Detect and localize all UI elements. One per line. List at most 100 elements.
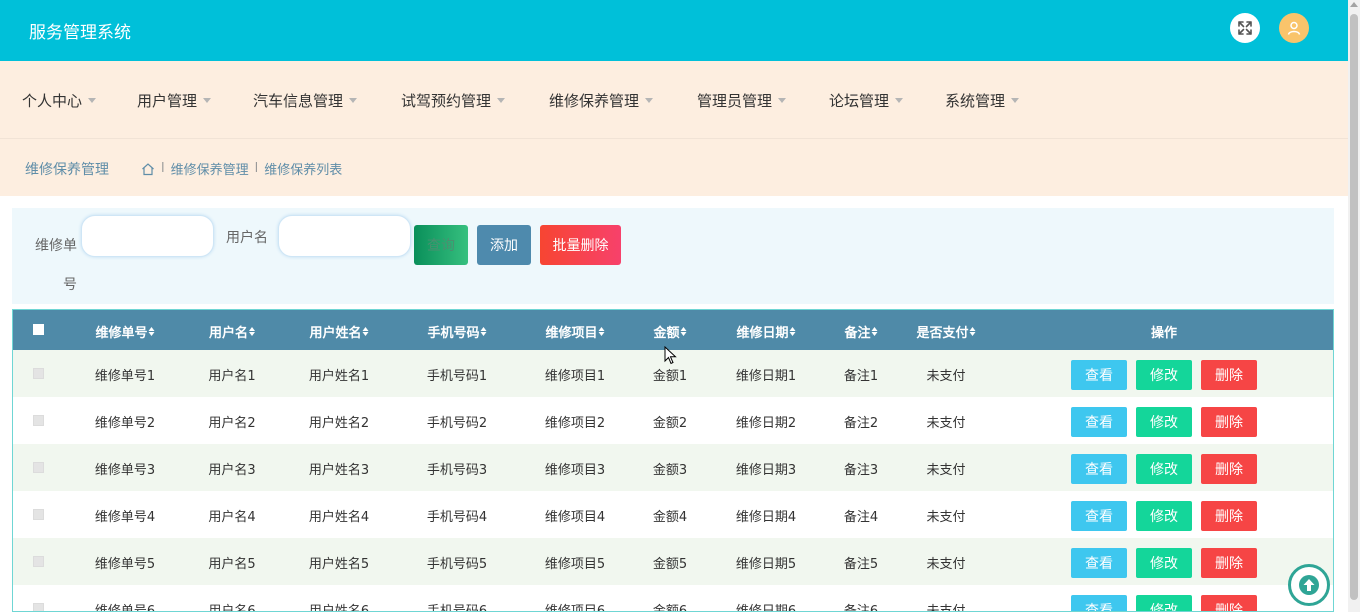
menu-admin-management[interactable]: 管理员管理 xyxy=(697,90,787,111)
row-checkbox[interactable] xyxy=(33,556,44,567)
select-all-checkbox[interactable] xyxy=(33,324,44,335)
add-button[interactable]: 添加 xyxy=(477,225,531,265)
col-phone[interactable]: 手机号码 xyxy=(427,322,487,341)
cell-order-number: 维修单号6 xyxy=(94,604,156,612)
table-row: 维修单号3 用户名3 用户姓名3 手机号码3 维修项目3 金额3 维修日期3 备注3 未支付 查看… xyxy=(13,444,1333,491)
cell-paid: 未支付 xyxy=(926,604,966,612)
chevron-down-icon xyxy=(645,98,654,103)
cell-item: 维修项目3 xyxy=(544,463,606,478)
sort-icon[interactable] xyxy=(148,327,155,336)
sort-icon[interactable] xyxy=(789,327,796,336)
col-paid[interactable]: 是否支付 xyxy=(916,322,976,341)
delete-button[interactable]: 删除 xyxy=(1201,407,1257,437)
edit-button[interactable]: 修改 xyxy=(1136,501,1192,531)
arrow-up-icon xyxy=(1299,575,1319,595)
col-order-number[interactable]: 维修单号 xyxy=(95,322,155,341)
edit-button[interactable]: 修改 xyxy=(1136,454,1192,484)
cell-order-number: 维修单号5 xyxy=(94,557,156,572)
app-title: 服务管理系统 xyxy=(29,23,131,43)
sort-icon[interactable] xyxy=(969,327,976,336)
sort-icon[interactable] xyxy=(249,327,256,336)
row-checkbox[interactable] xyxy=(33,368,44,379)
cell-date: 维修日期3 xyxy=(735,463,797,478)
cell-username: 用户名3 xyxy=(208,463,256,478)
back-to-top-button[interactable] xyxy=(1288,564,1330,606)
row-checkbox[interactable] xyxy=(33,509,44,520)
view-button[interactable]: 查看 xyxy=(1071,595,1127,611)
menu-car-info-management[interactable]: 汽车信息管理 xyxy=(253,90,358,111)
scrollbar-thumb[interactable] xyxy=(1350,14,1358,600)
menu-system-management[interactable]: 系统管理 xyxy=(945,90,1020,111)
row-checkbox[interactable] xyxy=(33,462,44,473)
menu-test-drive-management[interactable]: 试驾预约管理 xyxy=(401,90,506,111)
username-input[interactable] xyxy=(278,215,411,257)
search-panel: 维修单号 用户名 查询 添加 批量删除 xyxy=(12,208,1334,304)
home-icon[interactable] xyxy=(141,162,155,176)
menu-label: 论坛管理 xyxy=(829,92,890,110)
search-button[interactable]: 查询 xyxy=(414,225,468,265)
edit-button[interactable]: 修改 xyxy=(1136,548,1192,578)
edit-button[interactable]: 修改 xyxy=(1136,595,1192,611)
delete-button[interactable]: 删除 xyxy=(1201,454,1257,484)
cell-paid: 未支付 xyxy=(926,369,966,384)
cell-phone: 手机号码6 xyxy=(426,604,488,612)
col-actions: 操作 xyxy=(1150,326,1178,341)
vertical-scrollbar[interactable] xyxy=(1348,0,1360,612)
cell-remark: 备注2 xyxy=(843,416,879,431)
cell-user-fullname: 用户姓名5 xyxy=(308,557,370,572)
cell-amount: 金额6 xyxy=(652,604,688,612)
col-item[interactable]: 维修项目 xyxy=(545,322,605,341)
user-avatar-button[interactable] xyxy=(1279,13,1309,43)
menu-label: 个人中心 xyxy=(22,92,83,110)
row-checkbox[interactable] xyxy=(33,603,44,611)
cell-remark: 备注3 xyxy=(843,463,879,478)
delete-button[interactable]: 删除 xyxy=(1201,360,1257,390)
cell-amount: 金额2 xyxy=(652,416,688,431)
delete-button[interactable]: 删除 xyxy=(1201,595,1257,611)
row-checkbox[interactable] xyxy=(33,415,44,426)
view-button[interactable]: 查看 xyxy=(1071,360,1127,390)
sort-icon[interactable] xyxy=(871,327,878,336)
sort-icon[interactable] xyxy=(680,327,687,336)
cell-item: 维修项目6 xyxy=(544,604,606,612)
breadcrumb-item-maintenance[interactable]: 维修保养管理 xyxy=(171,159,249,178)
edit-button[interactable]: 修改 xyxy=(1136,360,1192,390)
cell-paid: 未支付 xyxy=(926,510,966,525)
cell-phone: 手机号码2 xyxy=(426,416,488,431)
cell-item: 维修项目2 xyxy=(544,416,606,431)
view-button[interactable]: 查看 xyxy=(1071,501,1127,531)
sort-icon[interactable] xyxy=(480,327,487,336)
sort-icon[interactable] xyxy=(598,327,605,336)
cell-phone: 手机号码5 xyxy=(426,557,488,572)
order-number-input[interactable] xyxy=(81,215,214,257)
scroll-up-icon[interactable] xyxy=(1350,2,1358,7)
breadcrumb-separator: l xyxy=(161,161,165,176)
view-button[interactable]: 查看 xyxy=(1071,454,1127,484)
cell-remark: 备注4 xyxy=(843,510,879,525)
breadcrumb-separator: l xyxy=(254,161,259,176)
fullscreen-button[interactable] xyxy=(1230,13,1260,43)
menu-forum-management[interactable]: 论坛管理 xyxy=(829,90,904,111)
view-button[interactable]: 查看 xyxy=(1071,407,1127,437)
col-amount[interactable]: 金额 xyxy=(653,322,687,341)
view-button[interactable]: 查看 xyxy=(1071,548,1127,578)
sort-icon[interactable] xyxy=(362,327,369,336)
col-username[interactable]: 用户名 xyxy=(209,322,256,341)
bulk-delete-button[interactable]: 批量删除 xyxy=(540,225,621,265)
edit-button[interactable]: 修改 xyxy=(1136,407,1192,437)
delete-button[interactable]: 删除 xyxy=(1201,548,1257,578)
menu-user-management[interactable]: 用户管理 xyxy=(137,90,212,111)
cell-user-fullname: 用户姓名6 xyxy=(308,604,370,612)
menu-personal-center[interactable]: 个人中心 xyxy=(22,90,97,111)
menu-maintenance-management[interactable]: 维修保养管理 xyxy=(549,90,654,111)
col-user-fullname[interactable]: 用户姓名 xyxy=(309,322,369,341)
breadcrumb-bar: 维修保养管理 l 维修保养管理 l 维修保养列表 xyxy=(0,138,1348,196)
cell-username: 用户名6 xyxy=(208,604,256,612)
col-remark[interactable]: 备注 xyxy=(844,322,878,341)
cell-amount: 金额4 xyxy=(652,510,688,525)
cell-user-fullname: 用户姓名2 xyxy=(308,416,370,431)
delete-button[interactable]: 删除 xyxy=(1201,501,1257,531)
cell-paid: 未支付 xyxy=(926,463,966,478)
cell-order-number: 维修单号1 xyxy=(94,369,156,384)
col-date[interactable]: 维修日期 xyxy=(736,322,796,341)
